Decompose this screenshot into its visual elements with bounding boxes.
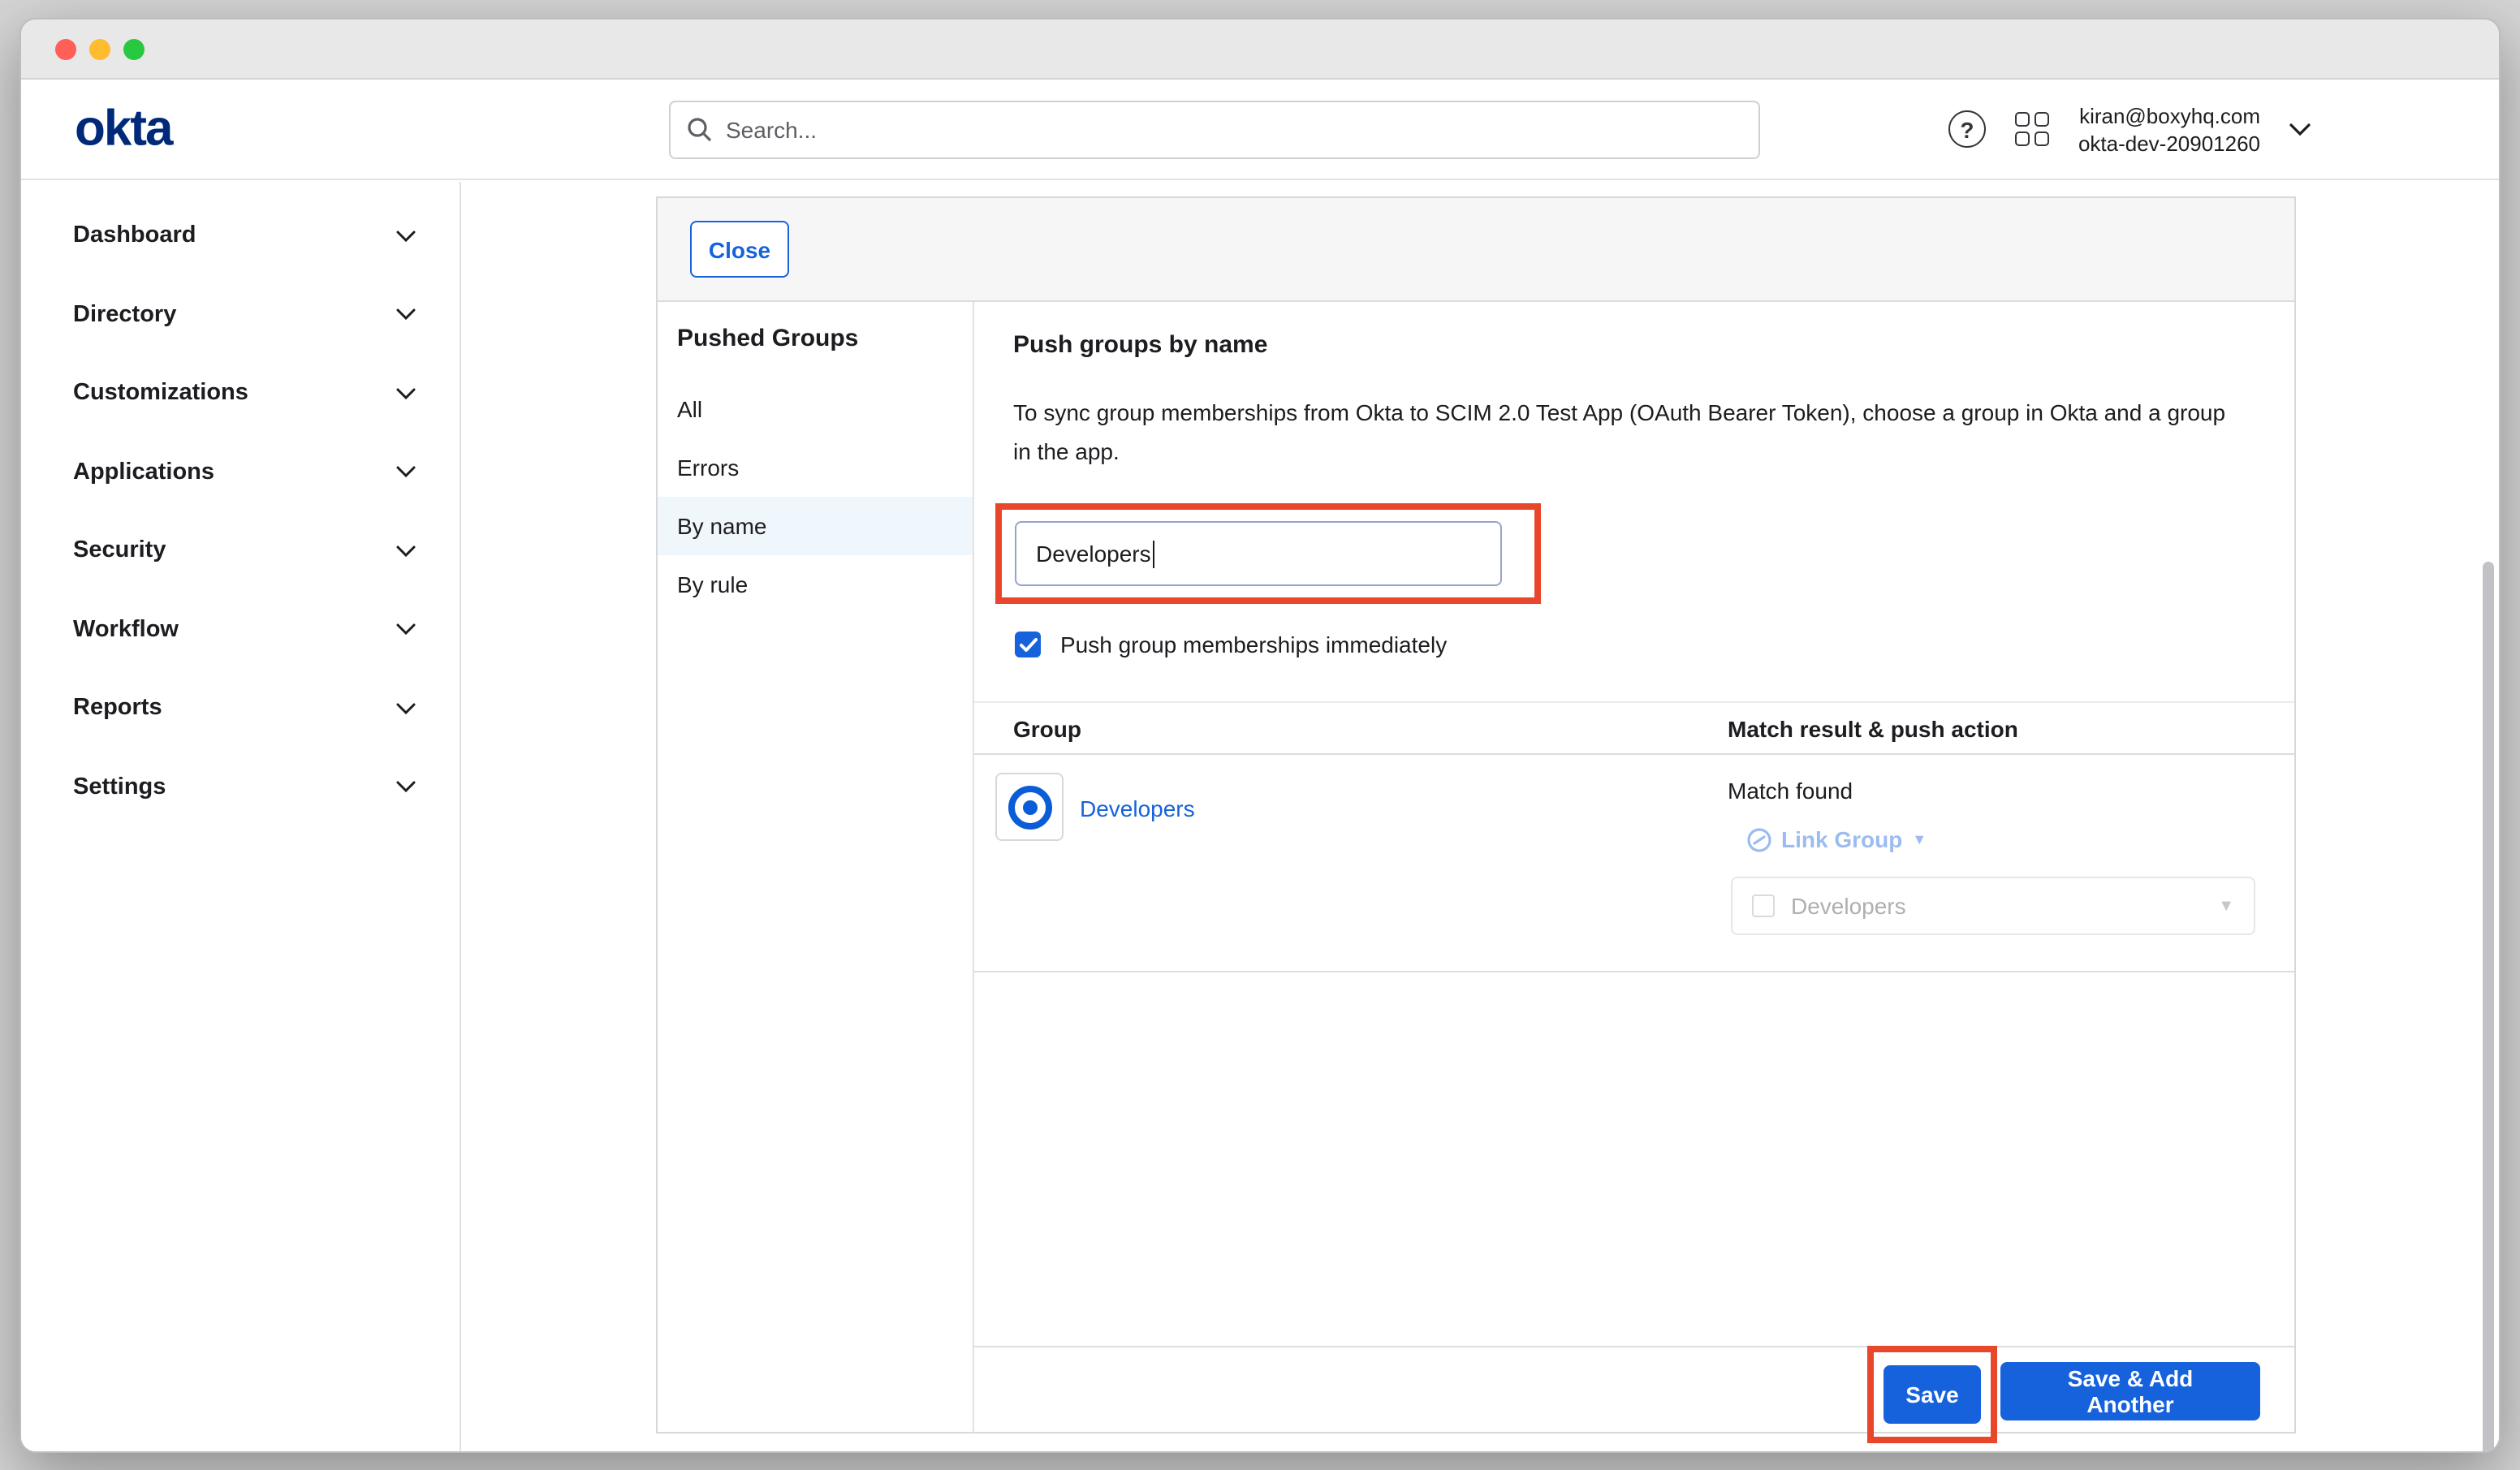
sidebar-item-workflow[interactable]: Workflow xyxy=(21,590,460,669)
linked-group-value: Developers xyxy=(1791,893,2202,919)
sidebar-item-label: Customizations xyxy=(73,381,248,407)
account-menu[interactable]: kiran@boxyhq.com okta-dev-20901260 xyxy=(2078,101,2260,157)
account-email: kiran@boxyhq.com xyxy=(2078,101,2260,129)
select-chevron-icon: ▼ xyxy=(2218,897,2234,915)
chevron-down-icon xyxy=(396,388,416,399)
select-checkbox xyxy=(1752,895,1775,917)
help-icon[interactable]: ? xyxy=(1948,110,1986,148)
subnav-title: Pushed Groups xyxy=(658,325,973,352)
okta-logo[interactable]: okta xyxy=(75,99,172,157)
linked-group-select[interactable]: Developers ▼ xyxy=(1731,877,2255,935)
column-group: Group xyxy=(1013,715,1728,741)
close-button[interactable]: Close xyxy=(690,221,789,278)
group-cell: Developers xyxy=(995,773,1728,971)
match-cell: Match found Link Group ▼ xyxy=(1728,773,2255,971)
sidebar-item-label: Applications xyxy=(73,459,214,485)
main-area: Close Pushed Groups All Errors By name B… xyxy=(463,182,2499,1451)
window-close-button[interactable] xyxy=(55,38,76,59)
dropdown-arrow-icon: ▼ xyxy=(1912,831,1927,847)
app-window: okta ? kiran@boxyhq.com okta-dev-2090126… xyxy=(19,18,2501,1453)
sidebar-item-label: Settings xyxy=(73,774,166,800)
sidebar-item-customizations[interactable]: Customizations xyxy=(21,354,460,433)
card-toolbar: Close xyxy=(658,198,2294,302)
sidebar-item-label: Dashboard xyxy=(73,223,196,249)
window-titlebar xyxy=(21,19,2499,80)
apps-grid-icon[interactable] xyxy=(2015,112,2049,146)
chevron-down-icon xyxy=(396,467,416,478)
save-button[interactable]: Save xyxy=(1883,1365,1981,1424)
pushed-groups-subnav: Pushed Groups All Errors By name By rule xyxy=(658,302,973,1433)
group-icon xyxy=(995,773,1064,841)
chevron-down-icon xyxy=(396,309,416,321)
sidebar-item-label: Workflow xyxy=(73,617,179,643)
sidebar-item-security[interactable]: Security xyxy=(21,511,460,590)
input-annotation-box: Developers xyxy=(995,503,1541,604)
push-by-name-panel: Push groups by name To sync group member… xyxy=(973,302,2294,1433)
column-match-result: Match result & push action xyxy=(1728,715,2255,741)
group-name-link[interactable]: Developers xyxy=(1080,795,1195,821)
table-header: Group Match result & push action xyxy=(974,701,2294,755)
search-icon xyxy=(687,117,713,143)
push-immediately-checkbox[interactable] xyxy=(1015,632,1041,657)
header-actions: ? kiran@boxyhq.com okta-dev-20901260 xyxy=(1948,80,2311,179)
match-status: Match found xyxy=(1728,778,2255,804)
desktop-background: okta ? kiran@boxyhq.com okta-dev-2090126… xyxy=(0,0,2520,1470)
sidebar-item-label: Reports xyxy=(73,696,162,722)
subnav-item-by-name[interactable]: By name xyxy=(658,497,973,555)
check-icon xyxy=(1019,637,1037,652)
app-header: okta ? kiran@boxyhq.com okta-dev-2090126… xyxy=(21,80,2499,180)
window-maximize-button[interactable] xyxy=(123,38,145,59)
link-icon xyxy=(1747,827,1771,851)
sidebar-item-directory[interactable]: Directory xyxy=(21,275,460,354)
text-caret xyxy=(1153,540,1155,567)
sidebar-item-label: Security xyxy=(73,538,166,564)
sidebar-item-applications[interactable]: Applications xyxy=(21,433,460,511)
chevron-down-icon xyxy=(396,231,416,242)
panel-title: Push groups by name xyxy=(1013,331,2255,359)
push-immediately-label: Push group memberships immediately xyxy=(1060,632,1447,657)
subnav-item-errors[interactable]: Errors xyxy=(658,438,973,497)
table-row: Developers Match found xyxy=(974,755,2294,972)
chevron-down-icon xyxy=(396,545,416,557)
chevron-down-icon xyxy=(396,703,416,714)
panel-description: To sync group memberships from Okta to S… xyxy=(1013,393,2241,471)
subnav-item-by-rule[interactable]: By rule xyxy=(658,555,973,614)
chevron-down-icon xyxy=(396,624,416,636)
window-minimize-button[interactable] xyxy=(89,38,110,59)
sidebar-item-label: Directory xyxy=(73,302,176,328)
sidebar-item-reports[interactable]: Reports xyxy=(21,669,460,748)
account-chevron-down-icon[interactable] xyxy=(2289,123,2311,136)
group-search-value: Developers xyxy=(1036,541,1151,567)
app-body: Dashboard Directory Customizations Appli… xyxy=(21,182,2499,1451)
subnav-item-all[interactable]: All xyxy=(658,380,973,438)
push-groups-card: Close Pushed Groups All Errors By name B… xyxy=(656,196,2296,1433)
link-group-dropdown[interactable]: Link Group ▼ xyxy=(1747,826,2255,852)
group-search-input[interactable]: Developers xyxy=(1015,521,1502,586)
push-immediately-row[interactable]: Push group memberships immediately xyxy=(1015,632,2255,657)
sidebar-item-settings[interactable]: Settings xyxy=(21,748,460,826)
match-table: Group Match result & push action Develop… xyxy=(974,701,2294,972)
chevron-down-icon xyxy=(396,782,416,793)
save-annotation-box: Save xyxy=(1867,1346,1997,1443)
global-search[interactable] xyxy=(669,101,1760,159)
sidebar: Dashboard Directory Customizations Appli… xyxy=(21,182,461,1451)
sidebar-item-dashboard[interactable]: Dashboard xyxy=(21,196,460,275)
link-group-label: Link Group xyxy=(1781,826,1902,852)
search-input[interactable] xyxy=(726,117,1742,143)
vertical-scrollbar[interactable] xyxy=(2483,562,2494,1453)
save-add-another-button[interactable]: Save & Add Another xyxy=(2000,1362,2260,1420)
panel-footer: Save Save & Add Another xyxy=(974,1346,2294,1433)
account-org: okta-dev-20901260 xyxy=(2078,129,2260,157)
